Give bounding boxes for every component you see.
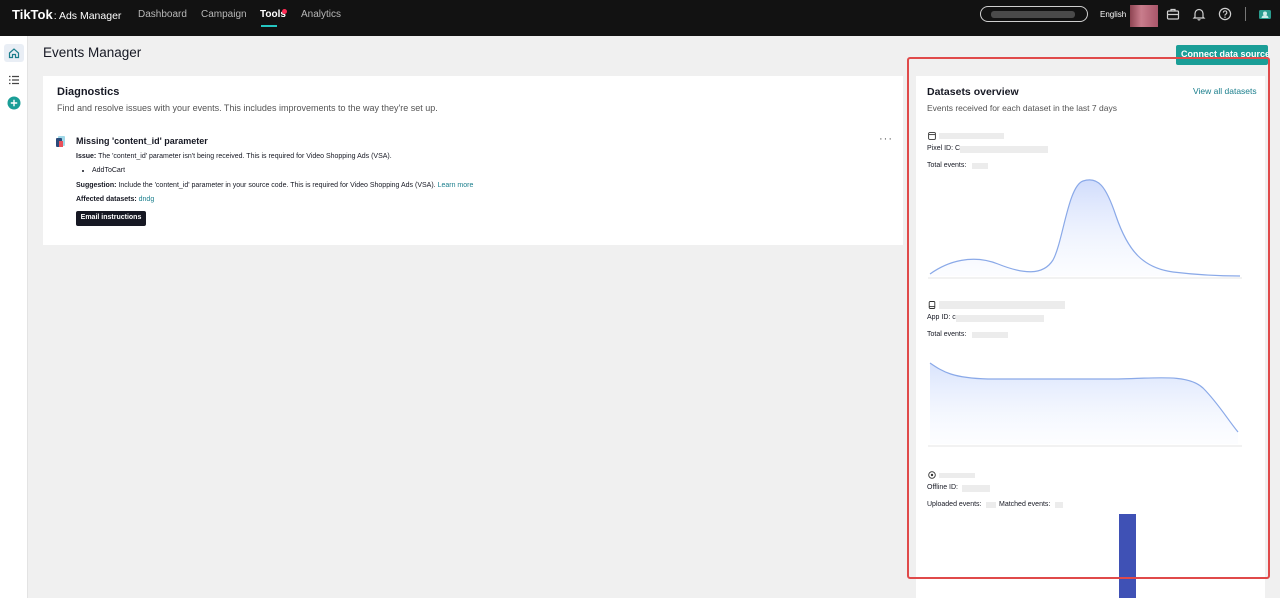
suggestion-text: Suggestion: Include the 'content_id' par… xyxy=(76,182,474,189)
briefcase-icon[interactable] xyxy=(1166,7,1180,21)
left-sidebar xyxy=(0,36,28,598)
help-icon[interactable] xyxy=(1218,7,1232,21)
diagnostics-title: Diagnostics xyxy=(57,86,120,98)
highlight-box xyxy=(907,57,1270,579)
add-icon xyxy=(7,96,21,110)
document-warning-icon xyxy=(56,136,65,147)
sidebar-item-add[interactable] xyxy=(4,94,24,112)
redacted-account-name xyxy=(991,11,1075,18)
notification-dot xyxy=(282,9,287,14)
bullet-dot xyxy=(82,170,84,172)
nav-campaign[interactable]: Campaign xyxy=(201,9,247,20)
email-instructions-button[interactable]: Email instructions xyxy=(76,211,146,226)
issue-description: Issue: The 'content_id' parameter isn't … xyxy=(76,153,392,160)
affected-datasets: Affected datasets: dndg xyxy=(76,196,155,203)
toolbar-divider xyxy=(1245,7,1246,21)
active-nav-indicator xyxy=(261,25,277,27)
learn-more-link[interactable]: Learn more xyxy=(438,182,474,189)
tiktok-ads-manager-logo[interactable]: TikTok: Ads Manager xyxy=(12,7,121,22)
account-switch-icon[interactable] xyxy=(1258,7,1272,21)
avatar[interactable] xyxy=(1130,5,1158,27)
nav-dashboard[interactable]: Dashboard xyxy=(138,9,187,20)
account-selector[interactable] xyxy=(980,6,1088,22)
top-navigation-bar: TikTok: Ads Manager Dashboard Campaign T… xyxy=(0,0,1280,36)
affected-event: AddToCart xyxy=(92,167,126,174)
issue-title: Missing 'content_id' parameter xyxy=(76,136,208,146)
page-title: Events Manager xyxy=(43,45,142,60)
bell-icon[interactable] xyxy=(1192,7,1206,21)
affected-dataset-link[interactable]: dndg xyxy=(139,196,155,203)
diagnostics-subtitle: Find and resolve issues with your events… xyxy=(57,103,438,113)
language-selector[interactable]: English xyxy=(1100,10,1126,19)
list-icon xyxy=(9,75,19,85)
nav-analytics[interactable]: Analytics xyxy=(301,9,341,20)
diagnostics-card: Diagnostics Find and resolve issues with… xyxy=(43,76,903,245)
sidebar-item-home[interactable] xyxy=(4,44,24,62)
more-options-icon[interactable]: ··· xyxy=(879,133,893,145)
home-icon xyxy=(8,48,20,59)
sidebar-item-list[interactable] xyxy=(4,71,24,89)
